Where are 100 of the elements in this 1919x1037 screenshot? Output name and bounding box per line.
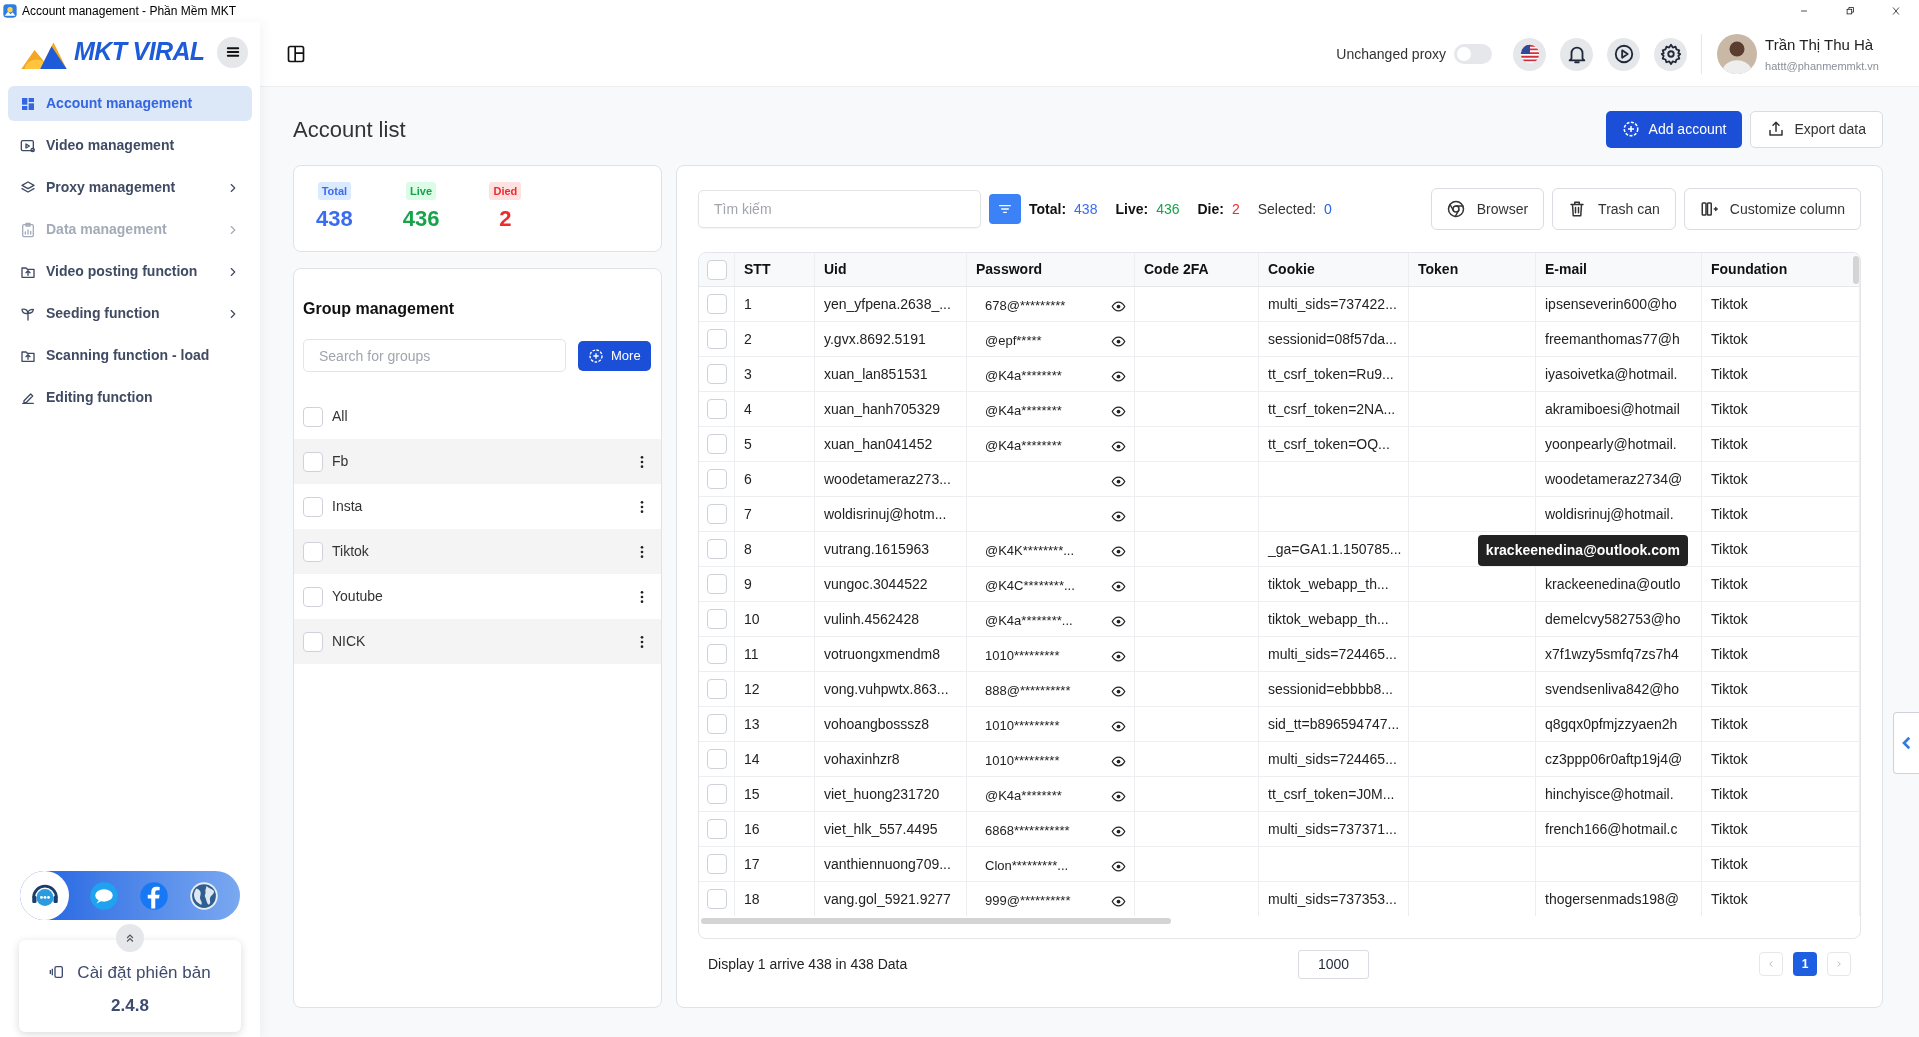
- export-data-button[interactable]: Export data: [1750, 110, 1883, 148]
- menu-button[interactable]: [217, 36, 248, 68]
- row-checkbox[interactable]: [706, 679, 727, 699]
- user-avatar[interactable]: [1717, 34, 1758, 74]
- column-header[interactable]: Password: [967, 253, 1135, 286]
- eye-icon[interactable]: [1111, 578, 1126, 594]
- row-checkbox[interactable]: [706, 609, 727, 629]
- table-cell-text: y.gvx.8692.5191: [824, 329, 926, 349]
- collapse-up-button[interactable]: [116, 924, 144, 952]
- proxy-toggle[interactable]: [1454, 44, 1493, 64]
- table-cell-text: multi_sids=737371...: [1268, 819, 1397, 839]
- row-checkbox[interactable]: [706, 749, 727, 769]
- sidebar-item[interactable]: Scanning function - load: [8, 338, 252, 373]
- row-checkbox[interactable]: [706, 784, 727, 804]
- settings-button[interactable]: [1654, 37, 1688, 71]
- row-checkbox[interactable]: [706, 539, 727, 559]
- column-header[interactable]: E-mail: [1536, 253, 1702, 286]
- layout-toggle-icon[interactable]: [286, 44, 306, 64]
- table-cell-text: Tiktok: [1711, 434, 1748, 454]
- table-cell-text: @K4C********...: [985, 577, 1075, 596]
- eye-icon[interactable]: [1111, 753, 1126, 769]
- sidebar-item[interactable]: Account management: [8, 86, 252, 121]
- table-cell-text: woldisrinuj@hotmail.: [1545, 504, 1674, 524]
- row-checkbox[interactable]: [706, 714, 727, 734]
- search-field[interactable]: Tìm kiếm: [698, 190, 981, 228]
- row-checkbox[interactable]: [706, 399, 727, 419]
- page-button[interactable]: 1: [1793, 952, 1817, 976]
- eye-icon[interactable]: [1111, 718, 1126, 734]
- table-cell-text: Tiktok: [1711, 294, 1748, 314]
- group-checkbox[interactable]: [303, 586, 323, 607]
- filter-button[interactable]: [989, 194, 1021, 224]
- sidebar-item[interactable]: Video posting function: [8, 254, 252, 289]
- row-checkbox[interactable]: [706, 504, 727, 524]
- play-button[interactable]: [1607, 37, 1641, 71]
- row-checkbox[interactable]: [706, 644, 727, 664]
- sidebar-item[interactable]: Proxy management: [8, 170, 252, 205]
- chat-bubble-icon[interactable]: [89, 880, 119, 911]
- eye-icon[interactable]: [1111, 333, 1126, 349]
- table-cell-text: vang.gol_5921.9277: [824, 889, 951, 909]
- select-all-checkbox[interactable]: [706, 259, 727, 280]
- row-checkbox[interactable]: [706, 574, 727, 594]
- vertical-scrollbar[interactable]: [1853, 256, 1859, 284]
- group-panel-title: Group management: [302, 299, 456, 319]
- column-header[interactable]: Token: [1409, 253, 1536, 286]
- row-checkbox[interactable]: [706, 854, 727, 874]
- row-checkbox[interactable]: [706, 469, 727, 489]
- sidebar-item[interactable]: Video management: [8, 128, 252, 163]
- row-checkbox[interactable]: [706, 364, 727, 384]
- notification-button[interactable]: [1560, 37, 1594, 71]
- eye-icon[interactable]: [1111, 788, 1126, 804]
- column-header[interactable]: Uid: [815, 253, 967, 286]
- add-account-button[interactable]: Add account: [1605, 110, 1743, 148]
- grid-icon: [20, 95, 36, 112]
- table-cell-text: multi_sids=724465...: [1268, 749, 1397, 769]
- eye-icon[interactable]: [1111, 823, 1126, 839]
- globe-icon[interactable]: [189, 880, 219, 911]
- group-checkbox[interactable]: [303, 451, 323, 472]
- row-checkbox[interactable]: [706, 819, 727, 839]
- row-checkbox[interactable]: [706, 329, 727, 349]
- table-cell-text: multi_sids=737422...: [1268, 294, 1397, 314]
- table-cell-text: tt_csrf_token=2NA...: [1268, 399, 1396, 419]
- column-header[interactable]: Cookie: [1259, 253, 1409, 286]
- eye-icon[interactable]: [1111, 403, 1126, 419]
- facebook-icon[interactable]: [139, 880, 169, 911]
- column-header[interactable]: STT: [735, 253, 815, 286]
- group-search-field[interactable]: Search for groups: [303, 339, 566, 372]
- eye-icon[interactable]: [1111, 543, 1126, 559]
- group-checkbox[interactable]: [303, 541, 323, 562]
- table-cell-text: 6868***********: [985, 822, 1070, 841]
- eye-icon[interactable]: [1111, 648, 1126, 664]
- more-button[interactable]: More: [578, 340, 651, 371]
- group-checkbox[interactable]: [303, 496, 323, 517]
- group-checkbox[interactable]: [303, 631, 323, 652]
- sidebar-item[interactable]: Editing function: [8, 380, 252, 415]
- eye-icon[interactable]: [1111, 893, 1126, 909]
- eye-icon[interactable]: [1111, 298, 1126, 314]
- language-button[interactable]: [1513, 37, 1547, 71]
- eye-icon[interactable]: [1111, 368, 1126, 384]
- group-checkbox[interactable]: [303, 406, 323, 427]
- eye-icon[interactable]: [1111, 858, 1126, 874]
- side-panel-toggle[interactable]: [1893, 712, 1919, 774]
- eye-icon[interactable]: [1111, 473, 1126, 489]
- sidebar-item[interactable]: Seeding function: [8, 296, 252, 331]
- row-checkbox[interactable]: [706, 889, 727, 909]
- row-checkbox[interactable]: [706, 434, 727, 454]
- page-size-field[interactable]: 1000: [1298, 949, 1369, 979]
- horizontal-scrollbar[interactable]: [701, 918, 1171, 924]
- column-header[interactable]: Code 2FA: [1135, 253, 1259, 286]
- gear-icon: [1659, 43, 1682, 65]
- eye-icon[interactable]: [1111, 508, 1126, 524]
- table-cell-text: Tiktok: [1711, 889, 1748, 909]
- upload-icon: [1767, 120, 1786, 138]
- toolbar-button[interactable]: Browser: [1430, 188, 1545, 230]
- stat-label: Live: [406, 181, 437, 201]
- toolbar-button[interactable]: Customize column: [1683, 188, 1861, 230]
- eye-icon[interactable]: [1111, 438, 1126, 454]
- row-checkbox[interactable]: [706, 294, 727, 314]
- eye-icon[interactable]: [1111, 613, 1126, 629]
- toolbar-button[interactable]: Trash can: [1552, 188, 1676, 230]
- eye-icon[interactable]: [1111, 683, 1126, 699]
